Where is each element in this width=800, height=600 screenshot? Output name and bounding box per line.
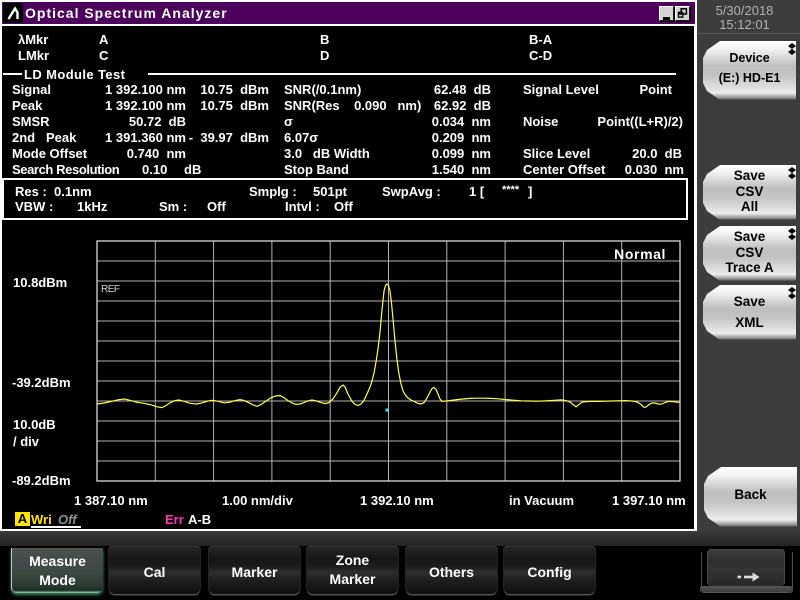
svg-text:REF: REF xyxy=(101,284,120,295)
